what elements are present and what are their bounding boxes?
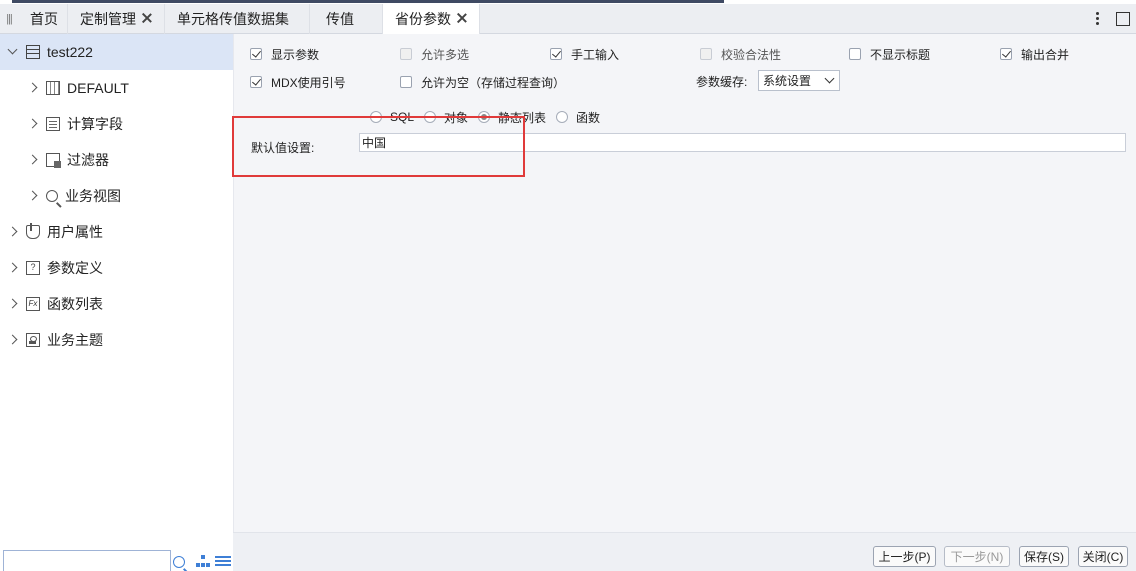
checkbox[interactable] (849, 48, 861, 60)
tab-custom-manage[interactable]: 定制管理 (68, 4, 165, 34)
tab-label: 省份参数 (395, 11, 451, 27)
checkbox[interactable] (1000, 48, 1012, 60)
tree-item-function-list[interactable]: Fx 函数列表 (8, 294, 103, 314)
checkbox[interactable] (400, 48, 412, 60)
close-icon[interactable] (455, 11, 469, 25)
option-label: MDX使用引号 (271, 75, 346, 90)
grid-icon (46, 81, 60, 95)
tree-label: 函数列表 (47, 296, 103, 312)
checkbox[interactable] (550, 48, 562, 60)
chevron-right-icon[interactable] (28, 191, 38, 201)
list-view-icon[interactable] (215, 556, 231, 568)
option-label: 不显示标题 (870, 47, 931, 62)
search-icon[interactable] (173, 556, 185, 568)
tree-label: 过滤器 (67, 152, 109, 168)
document-icon (46, 117, 60, 131)
chevron-right-icon[interactable] (8, 227, 18, 237)
hand-icon (26, 223, 40, 239)
chevron-right-icon[interactable] (8, 299, 18, 309)
chevron-right-icon[interactable] (8, 335, 18, 345)
checkbox[interactable] (400, 76, 412, 88)
tab-grip-icon[interactable]: ||| (0, 4, 18, 34)
sidebar-search-input[interactable] (3, 550, 171, 571)
tree-item-default[interactable]: DEFAULT (28, 78, 129, 98)
radio-function[interactable] (556, 111, 569, 123)
option-allow-multi[interactable]: 允许多选 (400, 46, 469, 62)
tree-view-icon[interactable] (196, 555, 210, 569)
option-label: 手工输入 (571, 47, 620, 62)
tree-item-filters[interactable]: 过滤器 (28, 150, 109, 170)
tree-item-param-defs[interactable]: ? 参数定义 (8, 258, 103, 278)
next-button[interactable]: 下一步(N) (944, 546, 1010, 567)
tab-label: 单元格传值数据集 (177, 11, 289, 27)
tab-cell-dataset[interactable]: 单元格传值数据集 (165, 4, 310, 34)
chevron-down-icon (824, 73, 835, 84)
option-label: 输出合并 (1021, 47, 1070, 62)
option-label: 允许为空（存储过程查询） (421, 75, 566, 90)
close-button[interactable]: 关闭(C) (1078, 546, 1128, 567)
question-doc-icon: ? (26, 261, 40, 275)
param-cache-label: 参数缓存: (696, 75, 748, 89)
tree-label: 业务视图 (65, 188, 121, 204)
annotation-highlight-box (232, 116, 525, 177)
tree-label: DEFAULT (67, 80, 129, 96)
checkbox[interactable] (700, 48, 712, 60)
function-icon: Fx (26, 297, 40, 311)
option-output-merge[interactable]: 输出合并 (1000, 46, 1069, 62)
tree-item-user-attrs[interactable]: 用户属性 (8, 222, 103, 242)
chevron-down-icon[interactable] (8, 47, 18, 57)
close-icon[interactable] (140, 11, 154, 25)
tab-label: 传值 (326, 11, 354, 27)
tab-home[interactable]: 首页 (18, 4, 68, 34)
option-show-param[interactable]: 显示参数 (250, 46, 319, 62)
option-label: 显示参数 (271, 47, 320, 62)
tab-pass-value[interactable]: 传值 (310, 4, 383, 34)
tree-label: 参数定义 (47, 260, 103, 276)
tree-item-business-theme[interactable]: 业务主题 (8, 330, 103, 350)
param-settings-panel: 显示参数 允许多选 手工输入 校验合法性 不显示标题 输出合并 MDX使用引号 … (232, 34, 1136, 571)
option-manual-input[interactable]: 手工输入 (550, 46, 619, 62)
search-icon (46, 190, 58, 202)
chevron-right-icon[interactable] (8, 263, 18, 273)
tab-province-param[interactable]: 省份参数 (383, 4, 480, 34)
param-cache-select[interactable]: 系统设置 (758, 70, 840, 91)
tree-item-root[interactable]: test222 (8, 42, 93, 62)
tab-label: 定制管理 (80, 11, 136, 27)
tree-item-business-view[interactable]: 业务视图 (28, 186, 121, 206)
option-mdx-quote[interactable]: MDX使用引号 (250, 74, 346, 90)
chevron-right-icon[interactable] (28, 83, 38, 93)
chevron-right-icon[interactable] (28, 119, 38, 129)
database-icon (26, 45, 40, 59)
filter-icon (46, 153, 61, 168)
tree-item-calc-fields[interactable]: 计算字段 (28, 114, 123, 134)
checkbox[interactable] (250, 76, 262, 88)
prev-button[interactable]: 上一步(P) (873, 546, 936, 567)
tree-label: 业务主题 (47, 332, 103, 348)
theme-icon (26, 333, 40, 347)
save-button[interactable]: 保存(S) (1019, 546, 1069, 567)
tree-label: 用户属性 (47, 224, 103, 240)
select-value: 系统设置 (763, 74, 812, 88)
option-hide-title[interactable]: 不显示标题 (849, 46, 930, 62)
checkbox[interactable] (250, 48, 262, 60)
sidebar-tree: test222 DEFAULT 计算字段 过滤器 业务视图 用户属性 ? 参数定… (0, 34, 233, 571)
option-validate[interactable]: 校验合法性 (700, 46, 781, 62)
tree-label: test222 (47, 44, 93, 60)
tree-label: 计算字段 (67, 116, 123, 132)
tab-bar: ||| 首页 定制管理 单元格传值数据集 传值 省份参数 (0, 4, 1136, 34)
footer-bar: 上一步(P) 下一步(N) 保存(S) 关闭(C) (233, 532, 1136, 571)
chevron-right-icon[interactable] (28, 155, 38, 165)
maximize-icon[interactable] (1116, 12, 1130, 26)
radio-label: 函数 (576, 110, 601, 125)
more-vertical-icon[interactable] (1090, 11, 1104, 29)
option-allow-empty[interactable]: 允许为空（存储过程查询） (400, 74, 565, 90)
tab-label: 首页 (30, 11, 58, 27)
option-label: 允许多选 (421, 47, 470, 62)
option-label: 校验合法性 (721, 47, 782, 62)
